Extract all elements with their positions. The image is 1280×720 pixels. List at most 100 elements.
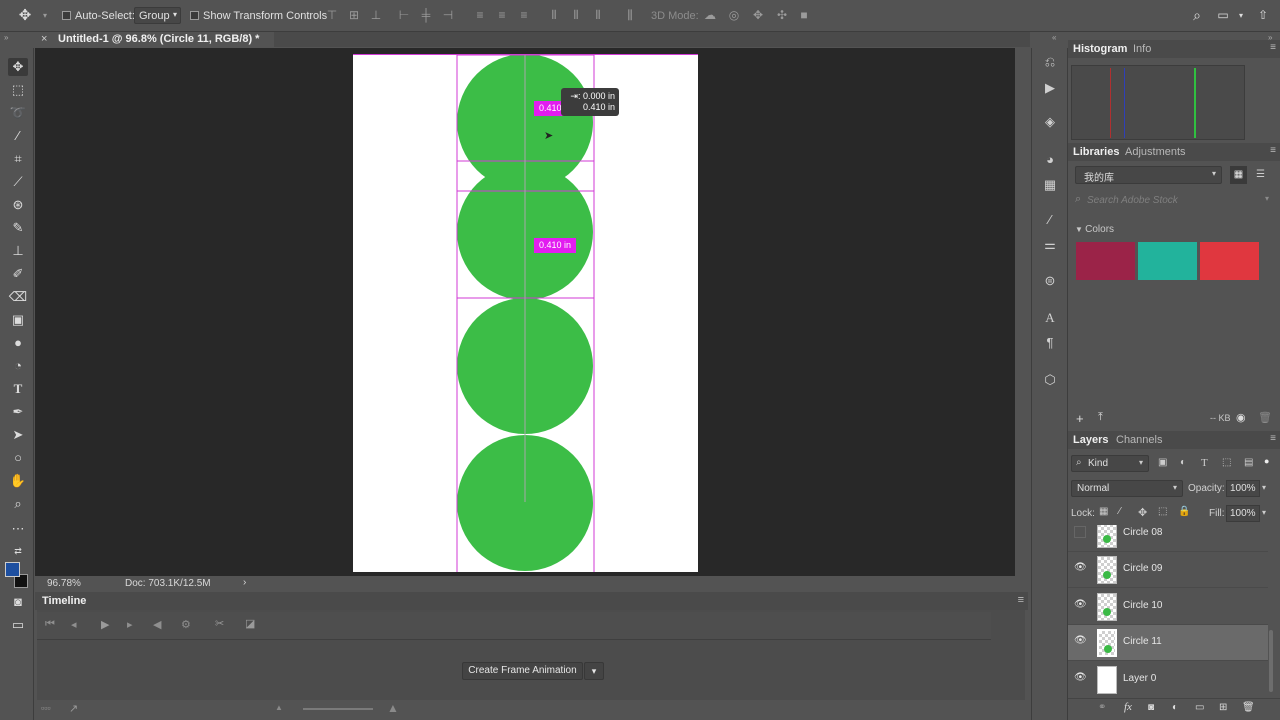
layer-row-layer-0[interactable]: 👁 Layer 0 bbox=[1068, 662, 1268, 697]
actions-panel-icon[interactable]: ▶ bbox=[1042, 80, 1058, 96]
stock-search[interactable]: ⌕ Search Adobe Stock ▾ bbox=[1071, 192, 1275, 210]
screen-mode-icon[interactable]: ▭ bbox=[8, 616, 28, 634]
auto-align-icon[interactable]: ⫼ bbox=[623, 9, 637, 22]
panel-menu-icon[interactable]: ≡ bbox=[1018, 594, 1024, 606]
next-frame-icon[interactable]: ▸ bbox=[127, 618, 133, 631]
crop-tool-icon[interactable]: ⌗ bbox=[8, 150, 28, 168]
first-frame-icon[interactable]: ⏮ bbox=[45, 618, 55, 631]
chevron-right-icon[interactable]: › bbox=[243, 577, 246, 588]
healing-tool-icon[interactable]: ⊛ bbox=[8, 196, 28, 214]
ellipse-tool-icon[interactable]: ○ bbox=[8, 449, 28, 467]
colors-section[interactable]: ▼ Colors bbox=[1075, 224, 1114, 235]
swap-colors-icon[interactable]: ⇄ bbox=[8, 542, 28, 560]
align-bottom-icon[interactable]: ⊥ bbox=[369, 9, 383, 22]
distribute-top-icon[interactable]: ≡ bbox=[473, 9, 487, 22]
convert-icon[interactable]: ↗ bbox=[69, 702, 78, 715]
scale-3d-icon[interactable]: ■ bbox=[797, 9, 811, 22]
create-frame-animation-button[interactable]: Create Frame Animation bbox=[462, 662, 583, 680]
filter-pixel-icon[interactable]: ▣ bbox=[1158, 457, 1167, 468]
chevron-down-icon[interactable]: ▾ bbox=[1262, 508, 1266, 517]
transform-controls-checkbox[interactable] bbox=[190, 11, 199, 20]
fill-input[interactable]: 100% bbox=[1226, 505, 1260, 522]
new-group-icon[interactable]: ▭ bbox=[1195, 702, 1204, 713]
color-swatch-2[interactable] bbox=[1138, 242, 1197, 280]
lasso-tool-icon[interactable]: ➰ bbox=[8, 104, 28, 122]
stamp-tool-icon[interactable]: ⊥ bbox=[8, 242, 28, 260]
share-icon[interactable]: ⇧ bbox=[1256, 9, 1270, 22]
zoom-out-icon[interactable]: ▲ bbox=[275, 703, 283, 712]
layer-row-circle-11[interactable]: 👁 Circle 11 bbox=[1068, 625, 1268, 661]
search-icon[interactable]: ⌕ bbox=[1190, 8, 1204, 22]
auto-select-dropdown[interactable]: Group ▾ bbox=[134, 7, 181, 24]
auto-select-checkbox[interactable] bbox=[62, 11, 71, 20]
layers-scrollbar[interactable] bbox=[1269, 630, 1273, 692]
play-icon[interactable]: ▶ bbox=[101, 618, 109, 631]
color-swatch-3[interactable] bbox=[1200, 242, 1259, 280]
eye-icon[interactable]: 👁 bbox=[1074, 599, 1087, 611]
trash-icon[interactable]: 🗑 bbox=[1258, 411, 1272, 424]
add-icon[interactable]: + bbox=[1076, 411, 1084, 426]
distribute-left-icon[interactable]: ⦀ bbox=[547, 9, 561, 22]
lock-artboard-icon[interactable]: ⬚ bbox=[1158, 506, 1167, 517]
adjust-panel-icon[interactable]: ⚌ bbox=[1042, 237, 1058, 253]
move-tool-icon[interactable]: ✥ bbox=[8, 58, 28, 76]
zoom-tool-icon[interactable]: ⌕ bbox=[8, 495, 28, 513]
tab-libraries[interactable]: Libraries bbox=[1073, 146, 1119, 158]
move-tool-icon[interactable]: ✥ bbox=[18, 8, 32, 23]
eye-icon[interactable]: 👁 bbox=[1074, 635, 1087, 647]
zoom-slider[interactable] bbox=[303, 708, 373, 710]
filter-toggle-icon[interactable]: ● bbox=[1264, 456, 1269, 466]
layer-name[interactable]: Circle 09 bbox=[1123, 563, 1162, 574]
zoom-level[interactable]: 96.78% bbox=[47, 578, 81, 589]
eyedropper-tool-icon[interactable]: ⟋ bbox=[8, 173, 28, 191]
tab-adjustments[interactable]: Adjustments bbox=[1125, 146, 1186, 158]
align-right-icon[interactable]: ⊣ bbox=[441, 9, 455, 22]
distribute-bottom-icon[interactable]: ≡ bbox=[517, 9, 531, 22]
tab-histogram[interactable]: Histogram bbox=[1073, 43, 1127, 55]
close-icon[interactable]: × bbox=[41, 33, 47, 45]
clone-source-icon[interactable]: ⊜ bbox=[1042, 273, 1058, 289]
filter-smart-object-icon[interactable]: ▤ bbox=[1244, 457, 1253, 468]
3d-panel-icon[interactable]: ⬡ bbox=[1042, 372, 1058, 388]
document-canvas[interactable] bbox=[353, 54, 698, 572]
upload-icon[interactable]: ⤒ bbox=[1098, 411, 1103, 424]
pen-tool-icon[interactable]: ✒ bbox=[8, 403, 28, 421]
filter-shape-icon[interactable]: ⬚ bbox=[1222, 457, 1231, 468]
collapse-toolbar-icon[interactable]: » bbox=[4, 33, 8, 42]
eraser-tool-icon[interactable]: ⌫ bbox=[8, 288, 28, 306]
history-brush-tool-icon[interactable]: ✐ bbox=[8, 265, 28, 283]
panel-menu-icon[interactable]: ≡ bbox=[1270, 42, 1276, 53]
grid-view-icon[interactable]: ▦ bbox=[1230, 166, 1247, 184]
cloud-sync-icon[interactable]: ◉ bbox=[1236, 411, 1246, 424]
layer-name[interactable]: Layer 0 bbox=[1123, 673, 1156, 684]
align-hcenter-icon[interactable]: ╪ bbox=[419, 9, 433, 22]
trash-icon[interactable]: 🗑 bbox=[1242, 702, 1255, 713]
character-panel-icon[interactable]: A bbox=[1042, 310, 1058, 326]
workspace-icon[interactable]: ▭ bbox=[1216, 9, 1230, 22]
layer-row-circle-09[interactable]: 👁 Circle 09 bbox=[1068, 552, 1268, 588]
gradient-tool-icon[interactable]: ▣ bbox=[8, 311, 28, 329]
filter-type-icon[interactable]: T bbox=[1201, 457, 1208, 469]
blend-mode-select[interactable]: Normal ▾ bbox=[1071, 480, 1183, 497]
lock-pixels-icon[interactable]: ⁄ bbox=[1119, 506, 1121, 517]
previous-frame-icon[interactable]: ◂ bbox=[71, 618, 77, 631]
library-select[interactable]: 我的库 ▾ bbox=[1075, 166, 1222, 184]
list-view-icon[interactable]: ☰ bbox=[1252, 166, 1269, 184]
foreground-color-swatch[interactable] bbox=[5, 562, 20, 577]
layer-name[interactable]: Circle 10 bbox=[1123, 600, 1162, 611]
layer-row-circle-08[interactable]: Circle 08 bbox=[1068, 525, 1268, 552]
orbit-3d-icon[interactable]: ☁ bbox=[703, 9, 717, 22]
chevron-down-icon[interactable]: ▾ bbox=[1234, 9, 1248, 22]
add-mask-icon[interactable]: ◙ bbox=[1148, 702, 1154, 713]
tab-info[interactable]: Info bbox=[1133, 43, 1151, 55]
align-top-icon[interactable]: ⊤ bbox=[325, 9, 339, 22]
tab-channels[interactable]: Channels bbox=[1116, 434, 1162, 446]
settings-icon[interactable]: ⚙ bbox=[181, 618, 191, 631]
history-panel-icon[interactable]: ⎌ bbox=[1042, 54, 1058, 70]
more-tools-icon[interactable]: ⋯ bbox=[8, 520, 28, 538]
swatches-panel-icon[interactable]: ▦ bbox=[1042, 177, 1058, 193]
color-panel-icon[interactable]: ◕ bbox=[1042, 152, 1058, 168]
doc-info[interactable]: Doc: 703.1K/12.5M bbox=[125, 578, 211, 589]
drag-3d-icon[interactable]: ✥ bbox=[751, 9, 765, 22]
hand-tool-icon[interactable]: ✋ bbox=[8, 472, 28, 490]
